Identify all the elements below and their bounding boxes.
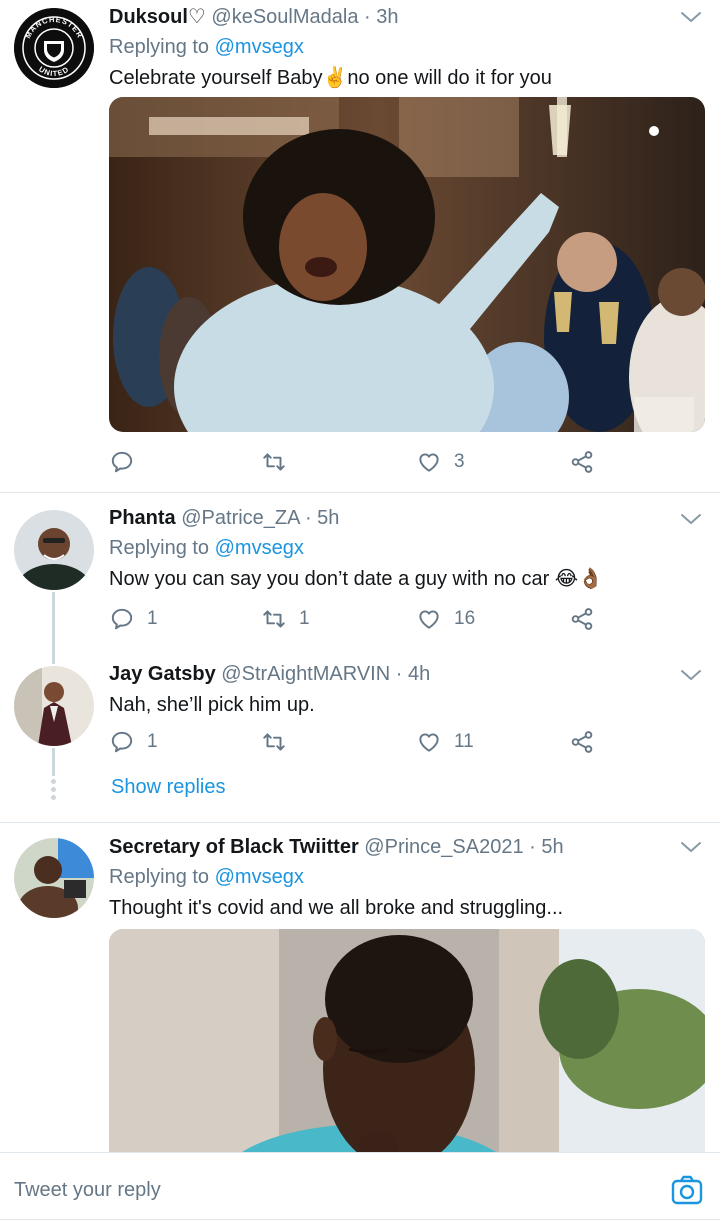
tweet-image[interactable] <box>109 929 705 1169</box>
reply-input[interactable]: Tweet your reply <box>14 1179 161 1202</box>
retweet-button[interactable] <box>261 445 299 479</box>
like-count: 3 <box>454 451 465 472</box>
like-button[interactable]: 16 <box>416 602 475 636</box>
tweet-header: Phanta @Patrice_ZA · 5h <box>109 503 704 533</box>
like-button[interactable]: 11 <box>416 725 474 759</box>
user-handle[interactable]: @Prince_SA2021 <box>364 836 523 858</box>
tweet-text: Now you can say you don’t date a guy wit… <box>109 568 604 590</box>
tweet-actions: 1 11 <box>109 725 609 759</box>
replying-to-mention[interactable]: @mvsegx <box>215 537 304 559</box>
timestamp: · 3h <box>364 6 399 28</box>
replying-to-label: Replying to <box>109 537 210 559</box>
reply-button[interactable]: 1 <box>109 725 158 759</box>
retweet-button[interactable] <box>261 725 299 759</box>
reply-count: 1 <box>147 608 158 629</box>
user-photo <box>14 510 94 590</box>
tweet-actions: 1 1 16 <box>109 602 609 636</box>
like-button[interactable]: 3 <box>416 445 465 479</box>
heart-icon <box>416 449 442 475</box>
tweet[interactable]: Secretary of Black Twiitter @Prince_SA20… <box>0 830 720 1169</box>
tweet-header: Secretary of Black Twiitter @Prince_SA20… <box>109 832 704 862</box>
replying-to-mention[interactable]: @mvsegx <box>215 36 304 58</box>
thread-dots <box>51 779 56 800</box>
like-count: 11 <box>454 731 474 752</box>
divider <box>0 822 720 823</box>
avatar[interactable] <box>14 666 94 746</box>
user-photo <box>14 666 94 746</box>
retweet-icon <box>261 449 287 475</box>
share-icon <box>569 449 595 475</box>
retweet-icon <box>261 606 287 632</box>
reply-composer[interactable]: Tweet your reply <box>0 1152 720 1226</box>
display-name[interactable]: Duksoul♡ <box>109 6 206 28</box>
share-button[interactable] <box>569 725 595 759</box>
user-handle[interactable]: @keSoulMadala <box>211 6 358 28</box>
share-icon <box>569 729 595 755</box>
user-photo <box>14 838 94 918</box>
heart-icon <box>416 729 442 755</box>
divider <box>0 492 720 493</box>
photo-woman-raising-glass <box>109 97 705 432</box>
tweet[interactable]: Phanta @Patrice_ZA · 5h Replying to @mvs… <box>0 500 720 650</box>
show-replies-link[interactable]: Show replies <box>111 776 226 799</box>
user-handle[interactable]: @Patrice_ZA <box>181 507 299 529</box>
camera-icon[interactable] <box>670 1173 704 1207</box>
replying-to-line: Replying to @mvsegx <box>109 32 704 62</box>
reply-icon <box>109 449 135 475</box>
chevron-down-icon[interactable] <box>680 668 702 682</box>
replying-to-line: Replying to @mvsegx <box>109 862 704 892</box>
tweet-image[interactable] <box>109 97 705 432</box>
user-handle[interactable]: @StrAightMARVIN <box>221 663 390 685</box>
reply-count: 1 <box>147 731 158 752</box>
retweet-button[interactable]: 1 <box>261 602 310 636</box>
tweet-text: Celebrate yourself Baby✌️no one will do … <box>109 67 552 89</box>
retweet-icon <box>261 729 287 755</box>
tweet[interactable]: MANCHESTER UNITED Duksoul♡ @keSoulMadala… <box>0 0 720 492</box>
like-count: 16 <box>454 608 476 629</box>
timestamp: · 5h <box>304 507 340 529</box>
timestamp: · 5h <box>529 836 564 858</box>
timestamp: · 4h <box>395 663 431 685</box>
reply-button[interactable] <box>109 445 147 479</box>
display-name[interactable]: Jay Gatsby <box>109 663 216 685</box>
replying-to-label: Replying to <box>109 866 210 888</box>
chevron-down-icon[interactable] <box>680 512 702 526</box>
heart-icon <box>416 606 442 632</box>
manchester-united-crest-icon: MANCHESTER UNITED <box>14 8 94 88</box>
avatar[interactable] <box>14 838 94 918</box>
photo-boy-looking-down <box>109 929 705 1169</box>
display-name[interactable]: Phanta <box>109 507 176 529</box>
reply-icon <box>109 606 135 632</box>
share-button[interactable] <box>569 445 595 479</box>
reply-icon <box>109 729 135 755</box>
retweet-count: 1 <box>299 608 310 629</box>
input-underline <box>0 1219 720 1220</box>
tweet[interactable]: Jay Gatsby @StrAightMARVIN · 4h Nah, she… <box>0 658 720 758</box>
chevron-down-icon[interactable] <box>680 840 702 854</box>
tweet-actions: 3 <box>109 445 609 479</box>
replying-to-label: Replying to <box>109 36 210 58</box>
replying-to-mention[interactable]: @mvsegx <box>215 866 304 888</box>
reply-button[interactable]: 1 <box>109 602 158 636</box>
tweet-header: Duksoul♡ @keSoulMadala · 3h <box>109 2 704 32</box>
tweet-text: Nah, she’ll pick him up. <box>109 694 315 716</box>
tweet-text: Thought it's covid and we all broke and … <box>109 897 564 919</box>
tweet-header: Jay Gatsby @StrAightMARVIN · 4h <box>109 659 704 689</box>
avatar[interactable] <box>14 510 94 590</box>
share-button[interactable] <box>569 602 595 636</box>
chevron-down-icon[interactable] <box>680 10 702 24</box>
share-icon <box>569 606 595 632</box>
avatar[interactable]: MANCHESTER UNITED <box>14 8 94 88</box>
display-name[interactable]: Secretary of Black Twiitter <box>109 836 359 858</box>
replying-to-line: Replying to @mvsegx <box>109 533 704 563</box>
